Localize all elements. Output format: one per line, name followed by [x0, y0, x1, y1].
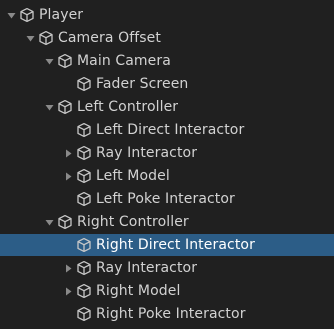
- expand-down-arrow-icon[interactable]: [44, 217, 54, 227]
- gameobject-cube-icon: [18, 6, 36, 24]
- hierarchy-item-label: Right Poke Interactor: [96, 306, 246, 322]
- expand-down-arrow-icon[interactable]: [25, 33, 35, 43]
- collapsed-right-arrow-icon[interactable]: [63, 263, 73, 273]
- hierarchy-item-label: Left Direct Interactor: [96, 122, 245, 138]
- hierarchy-item-label: Left Controller: [77, 99, 179, 115]
- gameobject-cube-icon: [37, 29, 55, 47]
- hierarchy-item-right-controller[interactable]: Right Controller: [0, 211, 334, 233]
- collapsed-right-arrow-icon[interactable]: [63, 286, 73, 296]
- hierarchy-item-label: Main Camera: [77, 53, 171, 69]
- hierarchy-item-label: Left Poke Interactor: [96, 191, 235, 207]
- gameobject-cube-icon: [75, 282, 93, 300]
- hierarchy-item-label: Player: [39, 7, 84, 23]
- gameobject-cube-icon: [75, 144, 93, 162]
- hierarchy-item-left-model[interactable]: Left Model: [0, 165, 334, 187]
- gameobject-cube-icon: [56, 52, 74, 70]
- gameobject-cube-icon: [75, 190, 93, 208]
- hierarchy-item-left-direct-interactor[interactable]: Left Direct Interactor: [0, 119, 334, 141]
- collapsed-right-arrow-icon[interactable]: [63, 148, 73, 158]
- gameobject-cube-icon: [75, 121, 93, 139]
- hierarchy-item-main-camera[interactable]: Main Camera: [0, 50, 334, 72]
- hierarchy-item-label: Right Controller: [77, 214, 189, 230]
- hierarchy-item-player[interactable]: Player: [0, 4, 334, 26]
- hierarchy-item-right-direct-interactor[interactable]: Right Direct Interactor: [0, 234, 334, 256]
- gameobject-cube-icon: [56, 98, 74, 116]
- gameobject-cube-icon: [75, 259, 93, 277]
- hierarchy-item-right-poke-interactor[interactable]: Right Poke Interactor: [0, 303, 334, 325]
- hierarchy-item-fader-screen[interactable]: Fader Screen: [0, 73, 334, 95]
- gameobject-cube-icon: [75, 75, 93, 93]
- hierarchy-item-label: Fader Screen: [96, 76, 189, 92]
- hierarchy-item-label: Ray Interactor: [96, 145, 198, 161]
- hierarchy-item-ray-interactor[interactable]: Ray Interactor: [0, 257, 334, 279]
- hierarchy-item-camera-offset[interactable]: Camera Offset: [0, 27, 334, 49]
- hierarchy-item-label: Left Model: [96, 168, 170, 184]
- hierarchy-item-label: Right Direct Interactor: [96, 237, 255, 253]
- collapsed-right-arrow-icon[interactable]: [63, 171, 73, 181]
- gameobject-cube-icon: [75, 167, 93, 185]
- gameobject-cube-icon: [75, 236, 93, 254]
- hierarchy-item-label: Camera Offset: [58, 30, 161, 46]
- expand-down-arrow-icon[interactable]: [44, 102, 54, 112]
- expand-down-arrow-icon[interactable]: [44, 56, 54, 66]
- gameobject-cube-icon: [56, 213, 74, 231]
- hierarchy-item-ray-interactor[interactable]: Ray Interactor: [0, 142, 334, 164]
- expand-down-arrow-icon[interactable]: [6, 10, 16, 20]
- hierarchy-item-left-controller[interactable]: Left Controller: [0, 96, 334, 118]
- gameobject-cube-icon: [75, 305, 93, 323]
- hierarchy-item-right-model[interactable]: Right Model: [0, 280, 334, 302]
- hierarchy-panel: Player Camera Offset Main Camera Fader Scre…: [0, 0, 334, 329]
- hierarchy-item-label: Right Model: [96, 283, 181, 299]
- hierarchy-item-left-poke-interactor[interactable]: Left Poke Interactor: [0, 188, 334, 210]
- hierarchy-item-label: Ray Interactor: [96, 260, 198, 276]
